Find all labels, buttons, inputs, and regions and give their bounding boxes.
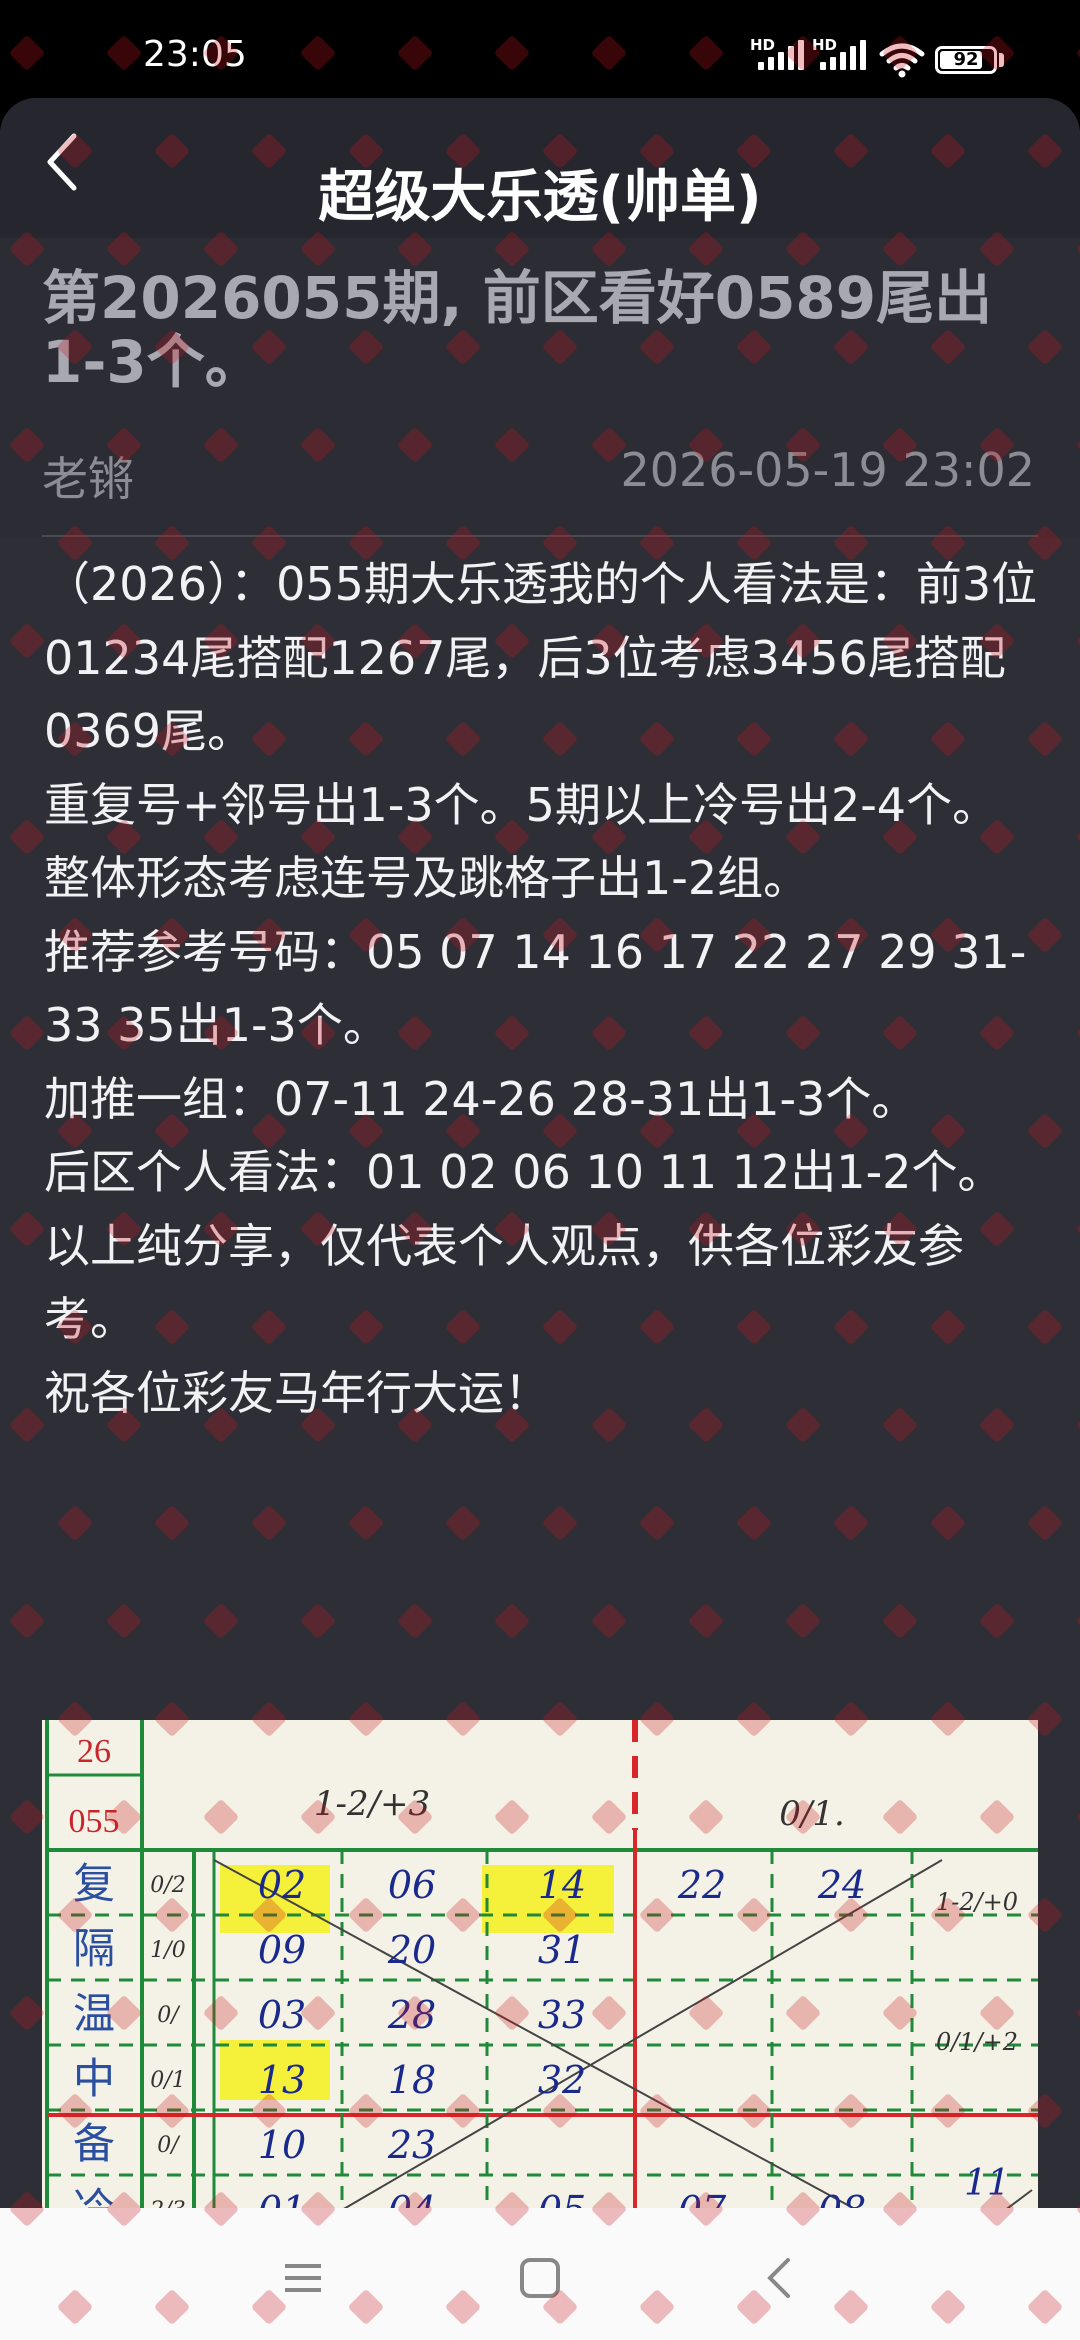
chart-number: 31 bbox=[538, 1928, 586, 1972]
chart-row-label: 冷 bbox=[73, 2184, 115, 2208]
chart-row-label: 温 bbox=[73, 1989, 115, 2038]
chart-row-label: 备 bbox=[73, 2119, 115, 2168]
chart-row-mark: 1/0 bbox=[150, 1938, 185, 1963]
paragraph: （2026）：055期大乐透我的个人看法是：前3位01234尾搭配1267尾，后… bbox=[44, 557, 1038, 758]
paragraph: 推荐参考号码：05 07 14 16 17 22 27 29 31-33 35出… bbox=[44, 924, 1027, 1053]
chart-row-mark: 0/2 bbox=[150, 1873, 185, 1898]
chart-photo-svg: 26 055 1-2/+3 0/1. 复 0/2 02 06 14 22 24 隔 1/0 09 2… bbox=[42, 1720, 1038, 2208]
chart-number: 02 bbox=[258, 1863, 306, 1907]
article-headline: 第2026055期, 前区看好0589尾出1-3个。 bbox=[42, 264, 993, 396]
chart-number: 04 bbox=[388, 2188, 436, 2208]
chart-number: 14 bbox=[538, 1863, 586, 1907]
chart-side-note: 1-2/+0 bbox=[936, 1888, 1018, 1916]
chart-number: 08 bbox=[818, 2188, 866, 2208]
chart-number: 13 bbox=[258, 2058, 306, 2102]
status-time: 23:05 bbox=[143, 34, 247, 75]
chart-number: 24 bbox=[817, 1863, 866, 1907]
battery-icon: 92 bbox=[935, 46, 997, 74]
article-body: （2026）：055期大乐透我的个人看法是：前3位01234尾搭配1267尾，后… bbox=[44, 548, 1044, 1430]
paragraph: 后区个人看法：01 02 06 10 11 12出1-2个。 bbox=[44, 1145, 1004, 1199]
chart-number: 06 bbox=[388, 1863, 436, 1907]
paragraph: 整体形态考虑连号及跳格子出1-2组。 bbox=[44, 851, 810, 905]
chart-number: 07 bbox=[678, 2188, 727, 2208]
chart-row-mark: 0/1 bbox=[150, 2068, 185, 2093]
chart-row-mark: 0/ bbox=[157, 2133, 181, 2158]
chart-number: 10 bbox=[258, 2123, 306, 2167]
chart-number: 09 bbox=[258, 1928, 306, 1972]
battery-level: 92 bbox=[953, 49, 979, 70]
chart-number: 03 bbox=[258, 1993, 306, 2037]
divider bbox=[42, 535, 1038, 537]
system-nav-bar bbox=[0, 2208, 1080, 2340]
chart-year-label: 26 bbox=[77, 1733, 111, 1770]
chart-number: 18 bbox=[388, 2058, 436, 2102]
chart-number: 33 bbox=[538, 1993, 586, 2037]
status-bar: 23:05 HD HD 92 bbox=[0, 0, 1080, 110]
home-square-icon[interactable] bbox=[510, 2248, 570, 2308]
paragraph: 祝各位彩友马年行大运！ bbox=[44, 1365, 550, 1420]
chart-side-note: 0/1/+2 bbox=[936, 2028, 1018, 2056]
chart-note-top-2: 0/1. bbox=[779, 1794, 845, 1834]
wifi-icon bbox=[879, 43, 925, 78]
chart-note-top-1: 1-2/+3 bbox=[314, 1784, 430, 1824]
chart-number: 22 bbox=[677, 1863, 726, 1907]
chart-number: 32 bbox=[538, 2058, 586, 2102]
chart-row-label: 复 bbox=[73, 1859, 115, 1908]
chart-row-label: 中 bbox=[73, 2054, 115, 2103]
paragraph: 加推一组：07-11 24-26 28-31出1-3个。 bbox=[44, 1071, 918, 1126]
signal-icon bbox=[758, 40, 804, 70]
chart-issue-label: 055 bbox=[69, 1803, 120, 1840]
battery-tip bbox=[999, 53, 1004, 67]
page-title: 超级大乐透(帅单) bbox=[318, 165, 762, 230]
chart-number: 28 bbox=[387, 1993, 436, 2037]
paragraph: 以上纯分享，仅代表个人观点，供各位彩友参考。 bbox=[44, 1218, 964, 1347]
chart-row-mark: 0/ bbox=[157, 2003, 181, 2028]
article-date: 2026-05-19 23:02 bbox=[620, 443, 1035, 497]
chart-number: 05 bbox=[538, 2188, 586, 2208]
chart-row-label: 隔 bbox=[73, 1924, 115, 1973]
signal-icon-2 bbox=[820, 40, 866, 70]
handwritten-chart-image[interactable]: 26 055 1-2/+3 0/1. 复 0/2 02 06 14 22 24 隔 1/0 09 2… bbox=[42, 1720, 1038, 2208]
back-triangle-icon[interactable] bbox=[750, 2248, 810, 2308]
chart-side-note: 11 bbox=[964, 2163, 1010, 2204]
menu-icon[interactable] bbox=[273, 2248, 333, 2308]
article-page: 超级大乐透(帅单) 第2026055期, 前区看好0589尾出1-3个。 老锵 … bbox=[0, 98, 1080, 2208]
article-author[interactable]: 老锵 bbox=[42, 443, 134, 509]
chart-number: 23 bbox=[387, 2123, 436, 2167]
chart-number: 01 bbox=[258, 2188, 306, 2208]
chart-row-mark: 2/3 bbox=[149, 2198, 185, 2208]
paragraph: 重复号+邻号出1-3个。5期以上冷号出2-4个。 bbox=[44, 777, 999, 832]
chart-number: 20 bbox=[387, 1928, 436, 1972]
top-app-bar: 超级大乐透(帅单) bbox=[0, 98, 1080, 238]
